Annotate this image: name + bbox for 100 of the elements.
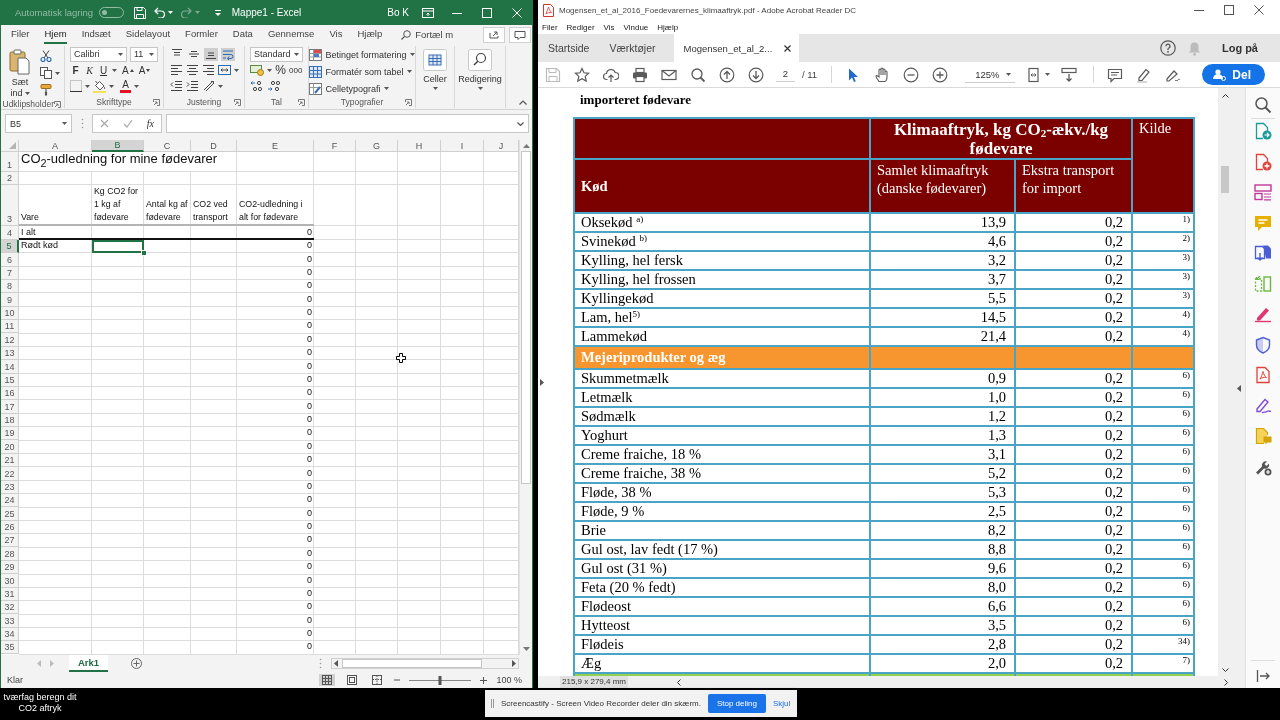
row-header[interactable]: 28 [1, 547, 19, 561]
signature-pen-icon[interactable] [1254, 396, 1272, 415]
collapse-panel-icon[interactable] [1236, 384, 1241, 392]
tell-me-search[interactable]: Fortæl m [401, 29, 454, 40]
expand-icon[interactable] [517, 121, 524, 126]
caret-icon[interactable] [134, 84, 139, 88]
ribbon-tab[interactable]: Hjælp [357, 25, 383, 44]
caret-icon[interactable] [24, 92, 30, 96]
conditional-formatting-button[interactable]: Betinget formatering [309, 48, 415, 61]
row-header[interactable]: 3 [1, 185, 19, 227]
insert-function-button[interactable]: fx [146, 118, 154, 129]
thousands-separator-button[interactable]: 000 [289, 63, 303, 77]
layout-icon[interactable] [1254, 183, 1272, 201]
help-icon[interactable] [1159, 40, 1176, 56]
copy-icon[interactable] [40, 67, 52, 79]
align-bottom-icon[interactable] [203, 47, 218, 61]
close-tab-icon[interactable] [784, 44, 792, 52]
align-center-icon[interactable] [185, 64, 199, 76]
scroll-thumb[interactable] [342, 659, 482, 668]
minus-circle-icon[interactable] [903, 66, 920, 83]
dialog-launcher-icon[interactable] [234, 98, 241, 106]
menu-item[interactable]: Rediger [566, 22, 595, 32]
money-icon[interactable] [250, 64, 264, 76]
close-icon[interactable] [1254, 5, 1264, 15]
comment-icon[interactable] [1107, 66, 1124, 83]
row-header[interactable]: 9 [1, 293, 19, 307]
format-as-table-button[interactable]: Formatér som tabel [309, 65, 412, 78]
cloud-upload-icon[interactable] [603, 66, 619, 83]
dialog-launcher-icon[interactable] [54, 100, 61, 108]
menu-item[interactable]: Filer [542, 22, 558, 32]
caret-icon[interactable] [1045, 73, 1051, 76]
name-box[interactable]: B5 [5, 114, 72, 133]
document-arrow-icon[interactable] [1254, 122, 1272, 140]
row-header[interactable]: 33 [1, 614, 19, 628]
row-header[interactable]: 27 [1, 534, 19, 548]
maximize-icon[interactable] [1224, 5, 1234, 15]
percent-button[interactable]: % [275, 63, 286, 77]
row-header[interactable]: 6 [1, 253, 19, 267]
row-header[interactable]: 2 [1, 172, 19, 186]
font-size-field[interactable]: 11 [130, 46, 158, 62]
documents-icon[interactable] [1254, 244, 1272, 262]
row-header[interactable]: 11 [1, 320, 19, 334]
column-header[interactable]: B [92, 140, 144, 152]
merge-center-icon[interactable] [217, 64, 231, 76]
align-right-icon[interactable] [201, 64, 215, 76]
border-icon[interactable] [70, 80, 82, 92]
ribbon-tab[interactable]: Filer [11, 25, 30, 44]
add-sheet-icon[interactable] [131, 658, 143, 669]
diagonal-arrow-icon[interactable] [201, 80, 215, 92]
font-color-button[interactable]: A [120, 79, 131, 93]
dialog-launcher-icon[interactable] [153, 98, 160, 106]
editing-button[interactable]: Redigering [458, 46, 502, 90]
scroll-mode-icon[interactable] [1061, 66, 1078, 83]
caret-icon[interactable] [55, 71, 60, 75]
increase-font-size-button[interactable]: A [122, 63, 134, 77]
dialog-launcher-icon[interactable] [405, 98, 412, 106]
decrease-indent-icon[interactable] [169, 80, 183, 92]
ribbon-tab[interactable]: Sidelayout [125, 25, 171, 44]
row-header[interactable]: 22 [1, 467, 19, 481]
menu-item[interactable]: Hjælp [657, 22, 679, 32]
scissors-icon[interactable] [40, 50, 52, 62]
caret-icon[interactable] [432, 87, 438, 90]
decrease-font-size-button[interactable]: A [138, 63, 151, 77]
tab[interactable]: Startside [538, 34, 600, 62]
normal-view-icon[interactable] [319, 674, 336, 686]
caret-icon[interactable] [409, 53, 415, 56]
scroll-up-icon[interactable] [1221, 94, 1229, 98]
scroll-thumb[interactable] [521, 151, 531, 484]
caret-icon[interactable] [383, 87, 389, 90]
formula-field[interactable] [166, 114, 529, 133]
column-header[interactable]: H [398, 140, 441, 152]
cells-button[interactable]: Celler [423, 46, 447, 90]
comment-icon[interactable] [509, 26, 532, 43]
increase-indent-icon[interactable] [185, 80, 199, 92]
collapse-ribbon-icon[interactable] [519, 100, 527, 105]
page-number-field[interactable]: 2 [776, 67, 795, 82]
row-header[interactable]: 1 [1, 152, 19, 172]
paint-bucket-icon[interactable] [93, 79, 106, 93]
align-left-icon[interactable] [169, 64, 183, 76]
column-header[interactable]: I [441, 140, 484, 152]
caret-icon[interactable] [217, 84, 223, 88]
caret-icon[interactable] [477, 87, 483, 90]
plus-circle-icon[interactable] [932, 66, 949, 83]
column-header[interactable]: A [19, 140, 92, 152]
caret-icon[interactable] [109, 84, 114, 88]
print-icon[interactable] [632, 66, 648, 83]
zoom-in-icon[interactable] [480, 676, 488, 684]
row-header[interactable]: 20 [1, 440, 19, 454]
caret-icon[interactable] [118, 52, 123, 56]
caret-icon[interactable] [406, 70, 412, 73]
column-header[interactable]: F [314, 140, 356, 152]
stop-sharing-button[interactable]: Stop deling [707, 694, 766, 713]
sign-in-link[interactable]: Log på [1221, 42, 1258, 54]
underline-button[interactable]: U [98, 63, 109, 77]
column-header[interactable]: D [191, 140, 237, 152]
shield-icon[interactable] [1254, 335, 1272, 354]
horizontal-scrollbar[interactable] [331, 658, 519, 669]
desktop-icon-label[interactable]: tværfag beregn dit CO2 aftryk [0, 692, 80, 714]
search-icon[interactable] [1254, 96, 1272, 114]
zoom-field[interactable]: 125% [965, 66, 1016, 83]
